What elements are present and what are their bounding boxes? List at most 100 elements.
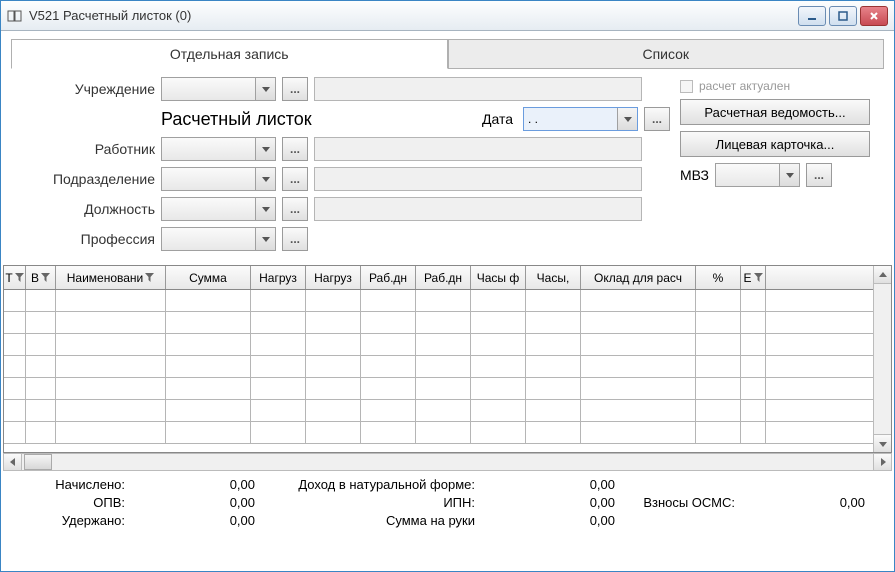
table-row[interactable] xyxy=(4,400,873,422)
table-cell xyxy=(361,422,416,443)
table-cell xyxy=(741,400,766,421)
table-row[interactable] xyxy=(4,290,873,312)
chevron-down-icon xyxy=(255,228,275,250)
close-button[interactable] xyxy=(860,6,888,26)
table-cell xyxy=(581,356,696,377)
table-cell xyxy=(696,378,741,399)
table-cell xyxy=(251,312,306,333)
table-cell xyxy=(26,290,56,311)
scroll-left-icon[interactable] xyxy=(4,454,22,470)
table-cell xyxy=(361,312,416,333)
tab-list[interactable]: Список xyxy=(448,39,885,69)
natural-income-label: Доход в натуральной форме: xyxy=(255,477,475,492)
column-label: Е xyxy=(743,271,751,285)
position-display xyxy=(314,197,642,221)
employee-lookup-button[interactable]: ... xyxy=(282,137,308,161)
opv-value: 0,00 xyxy=(125,495,255,510)
table-cell xyxy=(526,334,581,355)
column-header[interactable]: Нагруз xyxy=(306,266,361,289)
mvz-label: МВЗ xyxy=(680,167,709,183)
table-row[interactable] xyxy=(4,334,873,356)
minimize-button[interactable] xyxy=(798,6,826,26)
filter-icon[interactable] xyxy=(145,273,154,282)
profession-lookup-button[interactable]: ... xyxy=(282,227,308,251)
scroll-up-icon[interactable] xyxy=(874,266,891,284)
institution-combo[interactable] xyxy=(161,77,276,101)
chevron-down-icon xyxy=(255,78,275,100)
table-row[interactable] xyxy=(4,378,873,400)
column-label: Раб.дн xyxy=(369,271,407,285)
actual-checkbox[interactable]: расчет актуален xyxy=(680,79,880,93)
table-cell xyxy=(581,400,696,421)
vertical-scrollbar[interactable] xyxy=(873,266,891,452)
filter-icon[interactable] xyxy=(41,273,50,282)
table-cell xyxy=(166,290,251,311)
opv-label: ОПВ: xyxy=(15,495,125,510)
table-cell xyxy=(471,356,526,377)
table-row[interactable] xyxy=(4,312,873,334)
table-cell xyxy=(56,422,166,443)
position-label: Должность xyxy=(15,201,155,217)
column-header[interactable]: % xyxy=(696,266,741,289)
column-header[interactable]: Сумма xyxy=(166,266,251,289)
table-cell xyxy=(306,422,361,443)
department-combo[interactable] xyxy=(161,167,276,191)
column-header[interactable]: Часы ф xyxy=(471,266,526,289)
table-cell xyxy=(361,290,416,311)
withheld-label: Удержано: xyxy=(15,513,125,528)
payroll-button[interactable]: Расчетная ведомость... xyxy=(680,99,870,125)
table-row[interactable] xyxy=(4,356,873,378)
date-value: . . xyxy=(524,112,617,126)
horizontal-scrollbar[interactable] xyxy=(3,453,892,471)
column-header[interactable]: Раб.дн xyxy=(416,266,471,289)
maximize-button[interactable] xyxy=(829,6,857,26)
column-header[interactable]: Раб.дн xyxy=(361,266,416,289)
table-row[interactable] xyxy=(4,422,873,444)
scroll-right-icon[interactable] xyxy=(873,454,891,470)
column-header[interactable]: Е xyxy=(741,266,766,289)
table-cell xyxy=(306,312,361,333)
mvz-lookup-button[interactable]: ... xyxy=(806,163,832,187)
table-cell xyxy=(471,312,526,333)
net-value: 0,00 xyxy=(475,513,615,528)
column-header[interactable]: Наименовани xyxy=(56,266,166,289)
scroll-thumb[interactable] xyxy=(24,454,52,470)
table-cell xyxy=(696,400,741,421)
table-cell xyxy=(56,334,166,355)
filter-icon[interactable] xyxy=(15,273,24,282)
column-header[interactable]: Часы, xyxy=(526,266,581,289)
grid-body xyxy=(4,290,873,452)
table-cell xyxy=(696,356,741,377)
filter-icon[interactable] xyxy=(754,273,763,282)
app-icon xyxy=(7,8,23,24)
department-lookup-button[interactable]: ... xyxy=(282,167,308,191)
date-lookup-button[interactable]: ... xyxy=(644,107,670,131)
column-label: Т xyxy=(5,271,12,285)
date-combo[interactable]: . . xyxy=(523,107,638,131)
position-combo[interactable] xyxy=(161,197,276,221)
institution-lookup-button[interactable]: ... xyxy=(282,77,308,101)
scroll-down-icon[interactable] xyxy=(874,434,891,452)
profession-combo[interactable] xyxy=(161,227,276,251)
position-lookup-button[interactable]: ... xyxy=(282,197,308,221)
osms-value: 0,00 xyxy=(735,495,865,510)
column-label: В xyxy=(31,271,39,285)
column-header[interactable]: Т xyxy=(4,266,26,289)
column-header[interactable]: Оклад для расч xyxy=(581,266,696,289)
personal-card-button[interactable]: Лицевая карточка... xyxy=(680,131,870,157)
table-cell xyxy=(526,312,581,333)
column-header[interactable]: Нагруз xyxy=(251,266,306,289)
mvz-combo[interactable] xyxy=(715,163,800,187)
table-cell xyxy=(56,312,166,333)
table-cell xyxy=(4,400,26,421)
table-cell xyxy=(581,378,696,399)
tab-single-record[interactable]: Отдельная запись xyxy=(11,39,448,69)
table-cell xyxy=(416,290,471,311)
column-header[interactable]: В xyxy=(26,266,56,289)
table-cell xyxy=(361,378,416,399)
table-cell xyxy=(581,290,696,311)
table-cell xyxy=(741,422,766,443)
employee-label: Работник xyxy=(15,141,155,157)
employee-combo[interactable] xyxy=(161,137,276,161)
table-cell xyxy=(471,378,526,399)
